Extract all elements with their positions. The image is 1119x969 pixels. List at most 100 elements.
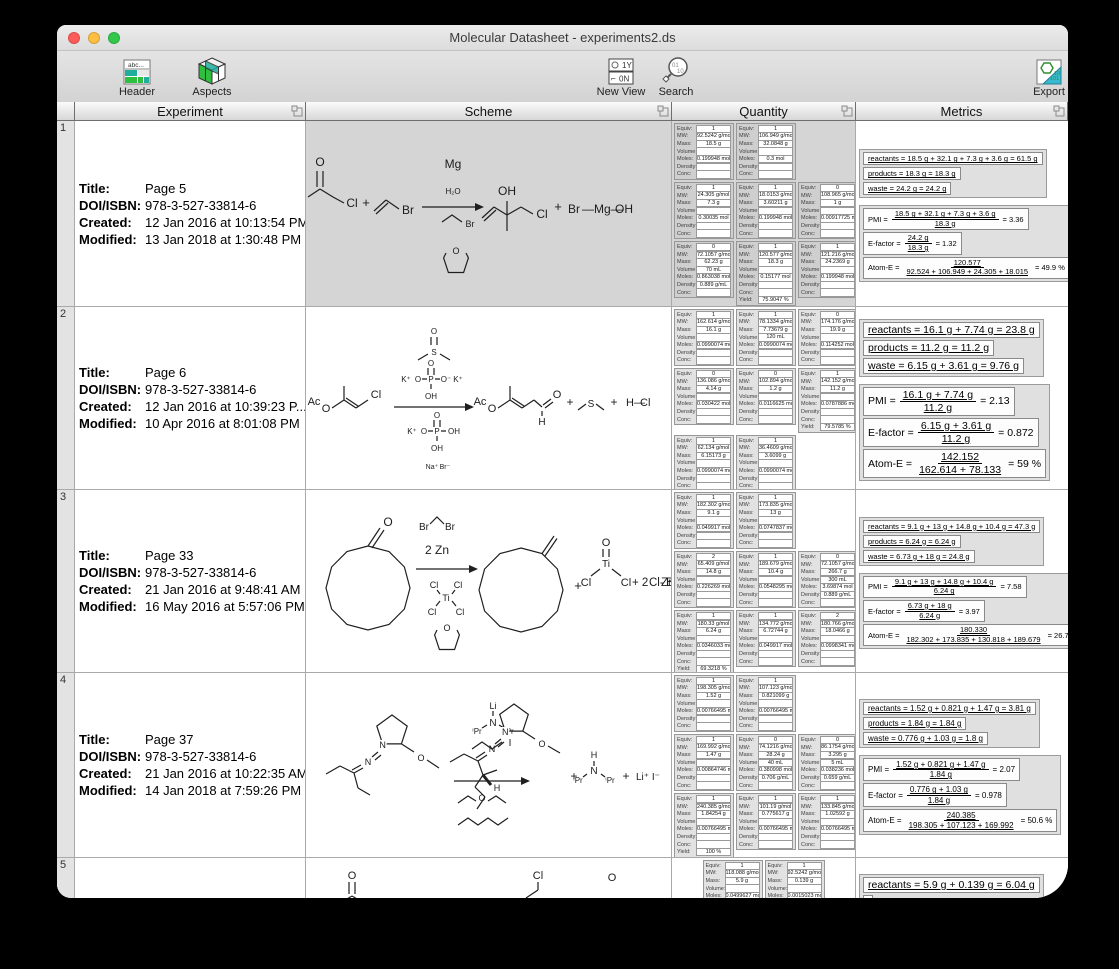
metrics-cell[interactable]: reactants = 18.5 g + 32.1 g + 7.3 g + 3.… [856,121,1068,307]
new-view-button[interactable]: 1Y⌐0N New View [592,54,650,98]
quantity-field-label: Conc: [677,171,696,177]
quantity-field-value[interactable] [758,482,793,490]
row-number[interactable]: 3 [57,490,75,673]
quantity-field-value[interactable] [696,598,731,606]
title-bar[interactable]: Molecular Datasheet - experiments2.ds [57,25,1068,51]
reaction-scheme-1: O Cl + Br Mg H₂O Br O OH Cl + [306,121,672,307]
experiment-cell[interactable]: Title:Page 5 DOI/ISBN:978-3-527-33814-6 … [75,121,306,307]
minimize-icon[interactable] [88,32,100,44]
row-number[interactable]: 4 [57,673,75,858]
quantity-cell[interactable]: Equiv:1MW:182.302 g/molMass:9.1 gVolume:… [672,490,856,673]
quantity-field-label: Mass: [739,752,758,758]
quantity-field-value[interactable] [758,539,793,547]
quantity-field-value[interactable] [820,356,855,364]
quantity-field-value[interactable] [758,356,793,364]
experiment-cell[interactable]: Title:Page 6 DOI/ISBN:978-3-527-33814-6 … [75,307,306,490]
quantity-field-value[interactable] [696,170,731,178]
quantity-field-label: Volume: [677,394,696,400]
export-button[interactable]: 10110 Export [1027,54,1068,98]
column-header-experiment[interactable]: Experiment [75,102,306,121]
quantity-field-value[interactable] [758,781,793,789]
row-number[interactable]: 2 [57,307,75,490]
quantity-field-value[interactable] [758,415,793,423]
quantity-field-value[interactable] [820,840,855,848]
quantity-field-value[interactable] [820,657,855,665]
quantity-cell[interactable]: Equiv:1MW:162.614 g/molMass:16.1 gVolume… [672,307,856,490]
column-header-scheme[interactable]: Scheme [306,102,672,121]
quantity-field-value[interactable] [758,722,793,730]
quantity-field-value[interactable]: 0.0499627 mol [725,892,760,898]
metrics-cell[interactable]: reactants = 16.1 g + 7.74 g = 23.8 gprod… [856,307,1068,490]
quantity-field-label: Moles: [739,215,758,221]
quantity-field-value[interactable]: 0.0015023 mol [787,892,822,898]
quantity-field-value[interactable] [820,781,855,789]
quantity-group: Equiv:1MW:62.134 g/molMass:6.15173 gVolu… [673,434,854,490]
metrics-cell[interactable]: reactants = 5.9 g + 0.139 g = 6.04 g [856,858,1068,898]
experiment-cell[interactable] [75,858,306,898]
quantity-field-value[interactable] [696,415,731,423]
quantity-field-value[interactable] [696,229,731,237]
quantity-cell[interactable]: Equiv:1MW:118.088 g/molMass:5.9 gVolume:… [672,858,856,898]
quantity-field-value[interactable]: 75.9047 % [758,296,793,304]
quantity-field-value[interactable] [696,356,731,364]
scheme-cell[interactable]: Ac O Cl O S K⁺ O P O O⁻ K⁺ OH K⁺ [306,307,672,490]
header-button[interactable]: abc... Header [115,54,159,98]
metrics-cell[interactable]: reactants = 1.52 g + 0.821 g + 1.47 g = … [856,673,1068,858]
modified-label: Modified: [79,782,145,799]
quantity-field-conc: Conc: [739,357,793,365]
quantity-field-label: Density: [739,834,758,840]
quantity-field-label: Conc: [739,417,758,423]
column-pane-icon[interactable] [657,105,669,117]
scheme-cell[interactable]: O Cl O [306,858,672,898]
column-header-quantity[interactable]: Quantity [672,102,856,121]
quantity-field-label: Mass: [801,327,820,333]
row-number[interactable]: 5 [57,858,75,898]
svg-text:Ac: Ac [474,396,487,408]
quantity-field-value[interactable] [696,781,731,789]
quantity-cell[interactable]: Equiv:1MW:92.5242 g/molMass:18.5 gVolume… [672,121,856,307]
scheme-cell[interactable]: O Br Br 2 Zn Cl Cl Ti Cl Cl O + [306,490,672,673]
quantity-field-value[interactable] [820,288,855,296]
close-icon[interactable] [68,32,80,44]
row-number[interactable]: 1 [57,121,75,307]
quantity-field-value[interactable]: 79.5785 % [820,423,855,431]
scheme-cell[interactable]: O Cl + Br Mg H₂O Br O OH Cl + [306,121,672,307]
quantity-field-label: Moles: [677,525,696,531]
quantity-field-value[interactable] [696,288,731,296]
svg-text:O: O [608,872,617,884]
quantity-field-value[interactable] [758,170,793,178]
scheme-cell[interactable]: N N O Li N ⁱPr ⁱPr I O [306,673,672,858]
quantity-field-value[interactable] [696,722,731,730]
quantity-field-value[interactable] [820,229,855,237]
quantity-field-label: Equiv: [677,371,696,377]
quantity-field-value[interactable]: 69.3218 % [696,665,731,673]
quantity-field-label: MW: [739,685,758,691]
quantity-cell[interactable]: Equiv:1MW:198.305 g/molMass:1.52 gVolume… [672,673,856,858]
quantity-field-value[interactable] [820,598,855,606]
quantity-field-value[interactable] [758,598,793,606]
column-pane-icon[interactable] [291,105,303,117]
quantity-field-value[interactable] [696,482,731,490]
metrics-cell[interactable]: reactants = 9.1 g + 13 g + 14.8 g + 10.4… [856,490,1068,673]
doi-label: DOI/ISBN: [79,197,145,214]
column-pane-icon[interactable] [841,105,853,117]
search-button[interactable]: 0110 Search [653,54,699,98]
quantity-field-label: Equiv: [739,438,758,444]
quantity-field-label: Mass: [677,259,696,265]
svg-text:O: O [415,375,421,384]
quantity-field-value[interactable] [758,229,793,237]
quantity-field-label: Density: [739,164,758,170]
experiment-cell[interactable]: Title:Page 37 DOI/ISBN:978-3-527-33814-6… [75,673,306,858]
aspects-button[interactable]: Aspects [187,54,237,98]
experiment-cell[interactable]: Title:Page 33 DOI/ISBN:978-3-527-33814-6… [75,490,306,673]
svg-text:Cl: Cl [454,580,463,590]
quantity-field-value[interactable] [696,539,731,547]
metrics-mass-line: reactants = 5.9 g + 0.139 g = 6.04 g [863,877,1040,893]
quantity-field-value[interactable] [758,840,793,848]
column-pane-icon[interactable] [1053,105,1065,117]
metrics-formula-result: = 49.9 % [1035,263,1065,272]
column-header-metrics[interactable]: Metrics [856,102,1068,121]
quantity-field-value[interactable]: 100 % [696,848,731,856]
quantity-field-value[interactable] [758,657,793,665]
zoom-icon[interactable] [108,32,120,44]
